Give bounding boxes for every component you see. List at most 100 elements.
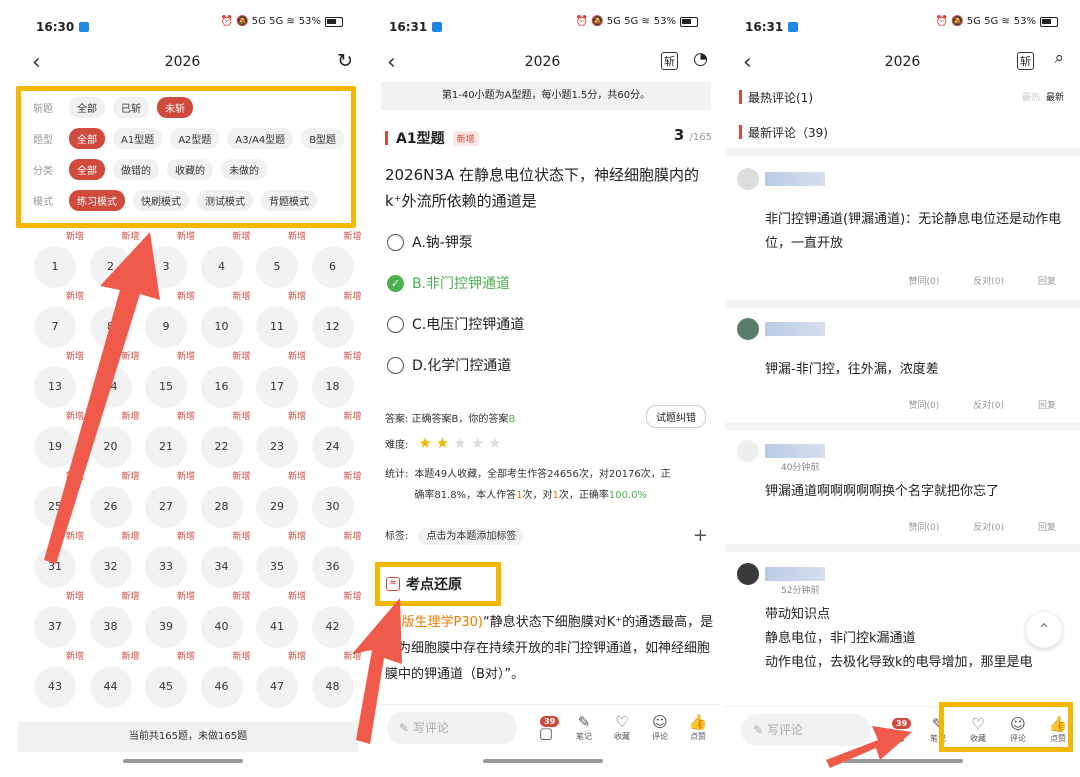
question-number-cell[interactable]: 新增 7 [34, 292, 84, 348]
filter-chip[interactable]: 已斩 [113, 97, 149, 118]
agree-button[interactable]: 赞同(0) [908, 274, 939, 287]
question-number-cell[interactable]: 新增 13 [34, 352, 84, 408]
question-number-cell[interactable]: 新增 9 [145, 292, 195, 348]
question-number-cell[interactable]: 新增 48 [311, 652, 362, 708]
question-number-cell[interactable]: 新增 21 [145, 412, 195, 468]
question-number-cell[interactable]: 新增 1 [34, 232, 84, 288]
scroll-top-button[interactable]: ⌃ [1026, 612, 1062, 648]
slash-mode-icon[interactable]: 斩 [661, 52, 678, 70]
question-number-cell[interactable]: 新增 15 [145, 352, 195, 408]
add-tag-button[interactable]: 点击为本题添加标签 [418, 528, 525, 545]
question-number-cell[interactable]: 新增 38 [89, 592, 140, 648]
agree-button[interactable]: 赞同(0) [908, 520, 939, 533]
avatar[interactable] [737, 563, 759, 585]
thumb-icon: 👍 [688, 713, 708, 731]
question-number-cell[interactable]: 新增 46 [200, 652, 251, 708]
question-number-cell[interactable]: 新增 24 [311, 412, 362, 468]
filter-chip[interactable]: 快刷模式 [133, 190, 189, 211]
question-number-cell[interactable]: 新增 5 [256, 232, 306, 288]
question-number-cell[interactable]: 新增 8 [89, 292, 140, 348]
avatar[interactable] [737, 440, 759, 462]
filter-chip[interactable]: 做错的 [113, 159, 159, 180]
comment-count-icon[interactable]: ▢ 39 [886, 718, 912, 744]
question-number-cell[interactable]: 新增 36 [311, 532, 362, 588]
question-number-cell[interactable]: 新增 40 [200, 592, 251, 648]
comment-button[interactable]: ☺ 评论 [648, 713, 672, 742]
filter-chip[interactable]: 背题模式 [261, 190, 317, 211]
comment-count-icon[interactable]: ▢ 39 [534, 716, 560, 742]
question-number-cell[interactable]: 新增 28 [200, 472, 251, 528]
question-number-cell[interactable]: 新增 14 [89, 352, 140, 408]
question-number-cell[interactable]: 新增 44 [89, 652, 140, 708]
question-number-cell[interactable]: 新增 4 [200, 232, 251, 288]
slash-mode-icon[interactable]: 斩 [1017, 52, 1034, 70]
question-number-cell[interactable]: 新增 31 [34, 532, 84, 588]
filter-chip[interactable]: B型题 [301, 128, 345, 149]
question-number-cell[interactable]: 新增 34 [200, 532, 251, 588]
question-number-cell[interactable]: 新增 10 [200, 292, 251, 348]
question-number-cell[interactable]: 新增 6 [311, 232, 362, 288]
question-number-cell[interactable]: 新增 17 [256, 352, 306, 408]
question-number-cell[interactable]: 新增 22 [200, 412, 251, 468]
question-number-cell[interactable]: 新增 3 [145, 232, 195, 288]
search-icon[interactable]: ⌕ [1054, 48, 1064, 68]
question-number-cell[interactable]: 新增 27 [145, 472, 195, 528]
report-error-button[interactable]: 试题纠错 [646, 405, 706, 428]
question-number-cell[interactable]: 新增 32 [89, 532, 140, 588]
question-number-cell[interactable]: 新增 26 [89, 472, 140, 528]
option-a[interactable]: A.钠-钾泵 [387, 232, 473, 252]
question-number-cell[interactable]: 新增 35 [256, 532, 306, 588]
filter-chip[interactable]: 全部 [69, 128, 105, 149]
filter-chip[interactable]: A2型题 [170, 128, 220, 149]
comment-input[interactable]: ✎ 写评论 [741, 713, 871, 746]
comment-input[interactable]: ✎ 写评论 [387, 711, 517, 744]
reply-button[interactable]: 回复 [1038, 520, 1056, 533]
filter-chip[interactable]: 未斩 [157, 97, 193, 118]
option-d[interactable]: D.化学门控通道 [387, 355, 511, 375]
question-number-cell[interactable]: 新增 29 [256, 472, 306, 528]
favorite-button[interactable]: ♡ 收藏 [610, 713, 634, 742]
question-number-cell[interactable]: 新增 47 [256, 652, 306, 708]
option-b[interactable]: ✓ B.非门控钾通道 [387, 273, 510, 293]
filter-chip[interactable]: A1型题 [113, 128, 163, 149]
question-number-cell[interactable]: 新增 11 [256, 292, 306, 348]
filter-chip[interactable]: 测试模式 [197, 190, 253, 211]
question-number-cell[interactable]: 新增 37 [34, 592, 84, 648]
like-button[interactable]: 👍 点赞 [686, 713, 710, 742]
reply-button[interactable]: 回复 [1038, 274, 1056, 287]
question-number-cell[interactable]: 新增 18 [311, 352, 362, 408]
avatar[interactable] [737, 318, 759, 340]
question-number-cell[interactable]: 新增 19 [34, 412, 84, 468]
note-button[interactable]: ✎ 笔记 [572, 713, 596, 742]
filter-chip[interactable]: 收藏的 [167, 159, 213, 180]
agree-button[interactable]: 赞同(0) [908, 398, 939, 411]
option-c[interactable]: C.电压门控钾通道 [387, 314, 524, 334]
refresh-icon[interactable]: ↻ [337, 50, 353, 72]
reply-button[interactable]: 回复 [1038, 398, 1056, 411]
question-number-cell[interactable]: 新增 2 [89, 232, 140, 288]
question-number-cell[interactable]: 新增 16 [200, 352, 251, 408]
question-number-cell[interactable]: 新增 12 [311, 292, 362, 348]
disagree-button[interactable]: 反对(0) [973, 398, 1004, 411]
filter-chip[interactable]: 全部 [69, 159, 105, 180]
question-number-cell[interactable]: 新增 39 [145, 592, 195, 648]
disagree-button[interactable]: 反对(0) [973, 274, 1004, 287]
question-number-cell[interactable]: 新增 23 [256, 412, 306, 468]
question-number-cell[interactable]: 新增 43 [34, 652, 84, 708]
question-number-cell[interactable]: 新增 30 [311, 472, 362, 528]
disagree-button[interactable]: 反对(0) [973, 520, 1004, 533]
question-number-cell[interactable]: 新增 41 [256, 592, 306, 648]
sort-switch[interactable]: 最热 最新 [1022, 90, 1064, 103]
question-number-cell[interactable]: 新增 33 [145, 532, 195, 588]
avatar[interactable] [737, 168, 759, 190]
question-number-cell[interactable]: 新增 42 [311, 592, 362, 648]
timer-icon[interactable]: ◔ [693, 49, 708, 69]
question-number-cell[interactable]: 新增 25 [34, 472, 84, 528]
filter-chip[interactable]: 全部 [69, 97, 105, 118]
add-icon[interactable]: + [693, 525, 708, 546]
filter-chip[interactable]: A3/A4型题 [227, 128, 294, 149]
question-number-cell[interactable]: 新增 20 [89, 412, 140, 468]
question-number-cell[interactable]: 新增 45 [145, 652, 195, 708]
filter-chip[interactable]: 未做的 [221, 159, 267, 180]
filter-chip[interactable]: 练习模式 [69, 190, 125, 211]
